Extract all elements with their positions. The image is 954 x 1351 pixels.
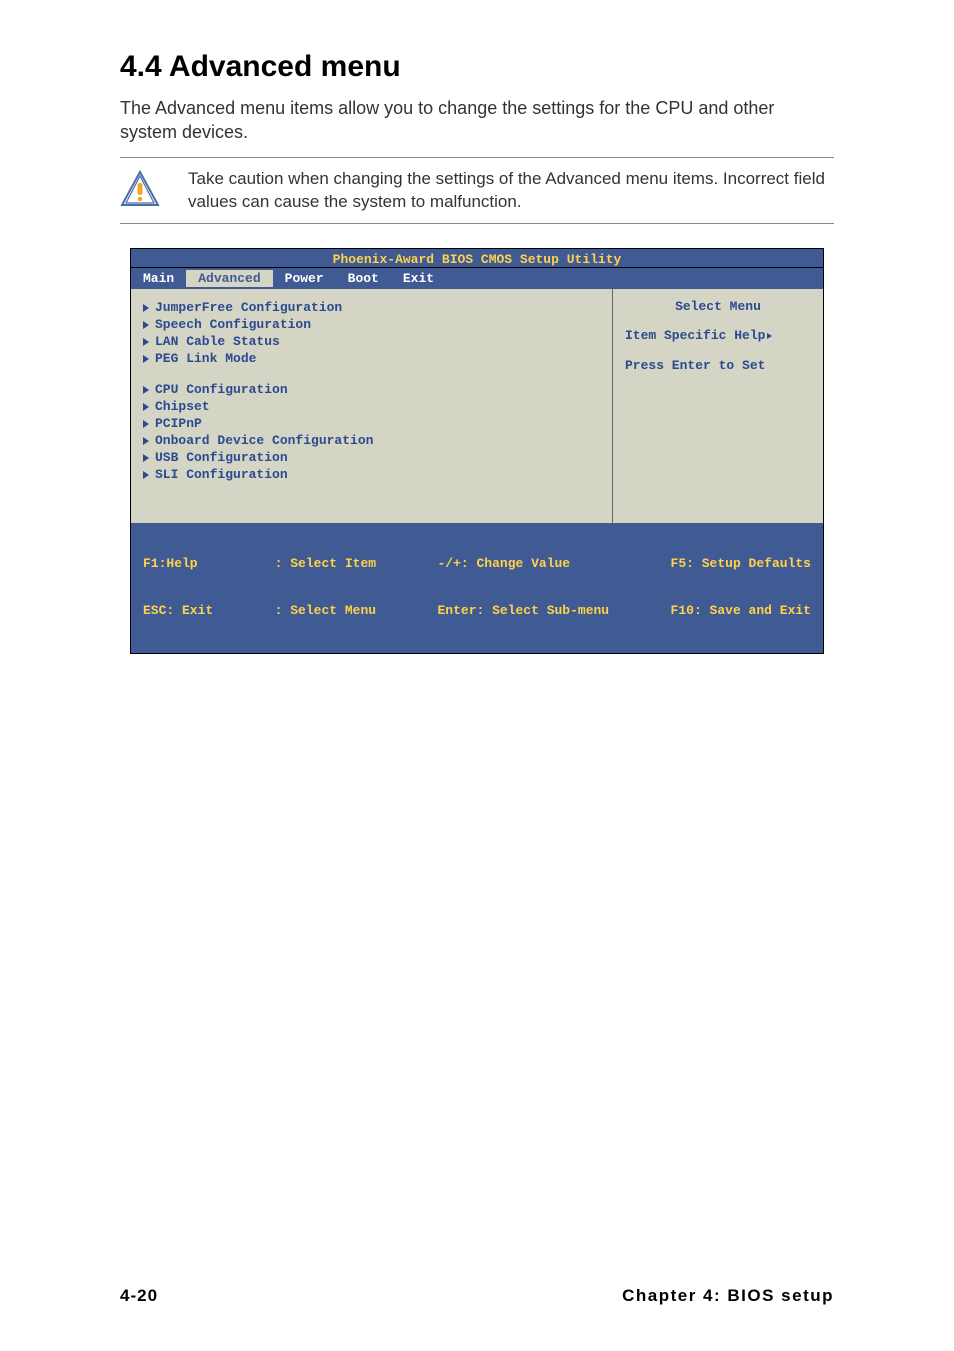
tab-main[interactable]: Main — [131, 270, 186, 287]
tab-exit[interactable]: Exit — [391, 270, 446, 287]
submenu-arrow-icon — [143, 338, 149, 346]
footer-change-value: -/+: Change Value — [437, 556, 609, 572]
footer-save-exit: F10: Save and Exit — [671, 603, 811, 619]
tab-advanced[interactable]: Advanced — [186, 270, 272, 287]
help-title: Select Menu — [625, 299, 811, 314]
menu-label: JumperFree Configuration — [155, 300, 342, 315]
submenu-arrow-icon — [143, 386, 149, 394]
submenu-arrow-icon — [143, 403, 149, 411]
menu-item-speech[interactable]: Speech Configuration — [143, 316, 600, 333]
menu-label: Speech Configuration — [155, 317, 311, 332]
bios-menubar: Main Advanced Power Boot Exit — [131, 268, 823, 289]
submenu-arrow-icon — [143, 454, 149, 462]
page-footer: 4-20 Chapter 4: BIOS setup — [120, 1286, 834, 1306]
footer-select-submenu: Enter: Select Sub-menu — [437, 603, 609, 619]
bios-help-panel: Select Menu Item Specific Help Press Ent… — [613, 289, 823, 523]
help-line1: Item Specific Help — [625, 328, 765, 343]
warning-text: Take caution when changing the settings … — [188, 168, 834, 214]
menu-label: CPU Configuration — [155, 382, 288, 397]
page-number: 4-20 — [120, 1286, 158, 1306]
bios-title: Phoenix-Award BIOS CMOS Setup Utility — [131, 249, 823, 268]
submenu-arrow-icon — [143, 420, 149, 428]
footer-setup-defaults: F5: Setup Defaults — [671, 556, 811, 572]
menu-label: USB Configuration — [155, 450, 288, 465]
bios-menu-panel: JumperFree Configuration Speech Configur… — [131, 289, 613, 523]
submenu-arrow-icon — [143, 304, 149, 312]
menu-item-sli[interactable]: SLI Configuration — [143, 466, 600, 483]
menu-label: PCIPnP — [155, 416, 202, 431]
footer-select-item: : Select Item — [275, 556, 376, 572]
menu-label: LAN Cable Status — [155, 334, 280, 349]
chapter-title: Chapter 4: BIOS setup — [622, 1286, 834, 1306]
warning-icon — [120, 168, 160, 213]
menu-item-pcipnp[interactable]: PCIPnP — [143, 415, 600, 432]
submenu-arrow-icon — [143, 355, 149, 363]
menu-label: SLI Configuration — [155, 467, 288, 482]
tab-boot[interactable]: Boot — [336, 270, 391, 287]
footer-select-menu: : Select Menu — [275, 603, 376, 619]
menu-item-usb[interactable]: USB Configuration — [143, 449, 600, 466]
intro-paragraph: The Advanced menu items allow you to cha… — [120, 96, 834, 145]
menu-label: Chipset — [155, 399, 210, 414]
menu-item-jumperfree[interactable]: JumperFree Configuration — [143, 299, 600, 316]
menu-item-chipset[interactable]: Chipset — [143, 398, 600, 415]
warning-block: Take caution when changing the settings … — [120, 157, 834, 225]
footer-exit: ESC: Exit — [143, 603, 213, 619]
menu-item-onboard[interactable]: Onboard Device Configuration — [143, 432, 600, 449]
arrow-right-icon — [767, 333, 772, 339]
menu-item-cpu[interactable]: CPU Configuration — [143, 381, 600, 398]
menu-label: Onboard Device Configuration — [155, 433, 373, 448]
menu-label: PEG Link Mode — [155, 351, 256, 366]
bios-footer: F1:Help ESC: Exit : Select Item : Select… — [131, 523, 823, 653]
submenu-arrow-icon — [143, 437, 149, 445]
tab-power[interactable]: Power — [273, 270, 336, 287]
section-heading: 4.4 Advanced menu — [120, 50, 834, 84]
help-line2: Press Enter to Set — [625, 356, 811, 376]
submenu-arrow-icon — [143, 471, 149, 479]
menu-item-lan-cable[interactable]: LAN Cable Status — [143, 333, 600, 350]
bios-window: Phoenix-Award BIOS CMOS Setup Utility Ma… — [130, 248, 824, 654]
menu-item-peg-link[interactable]: PEG Link Mode — [143, 350, 600, 367]
footer-help: F1:Help — [143, 556, 213, 572]
submenu-arrow-icon — [143, 321, 149, 329]
